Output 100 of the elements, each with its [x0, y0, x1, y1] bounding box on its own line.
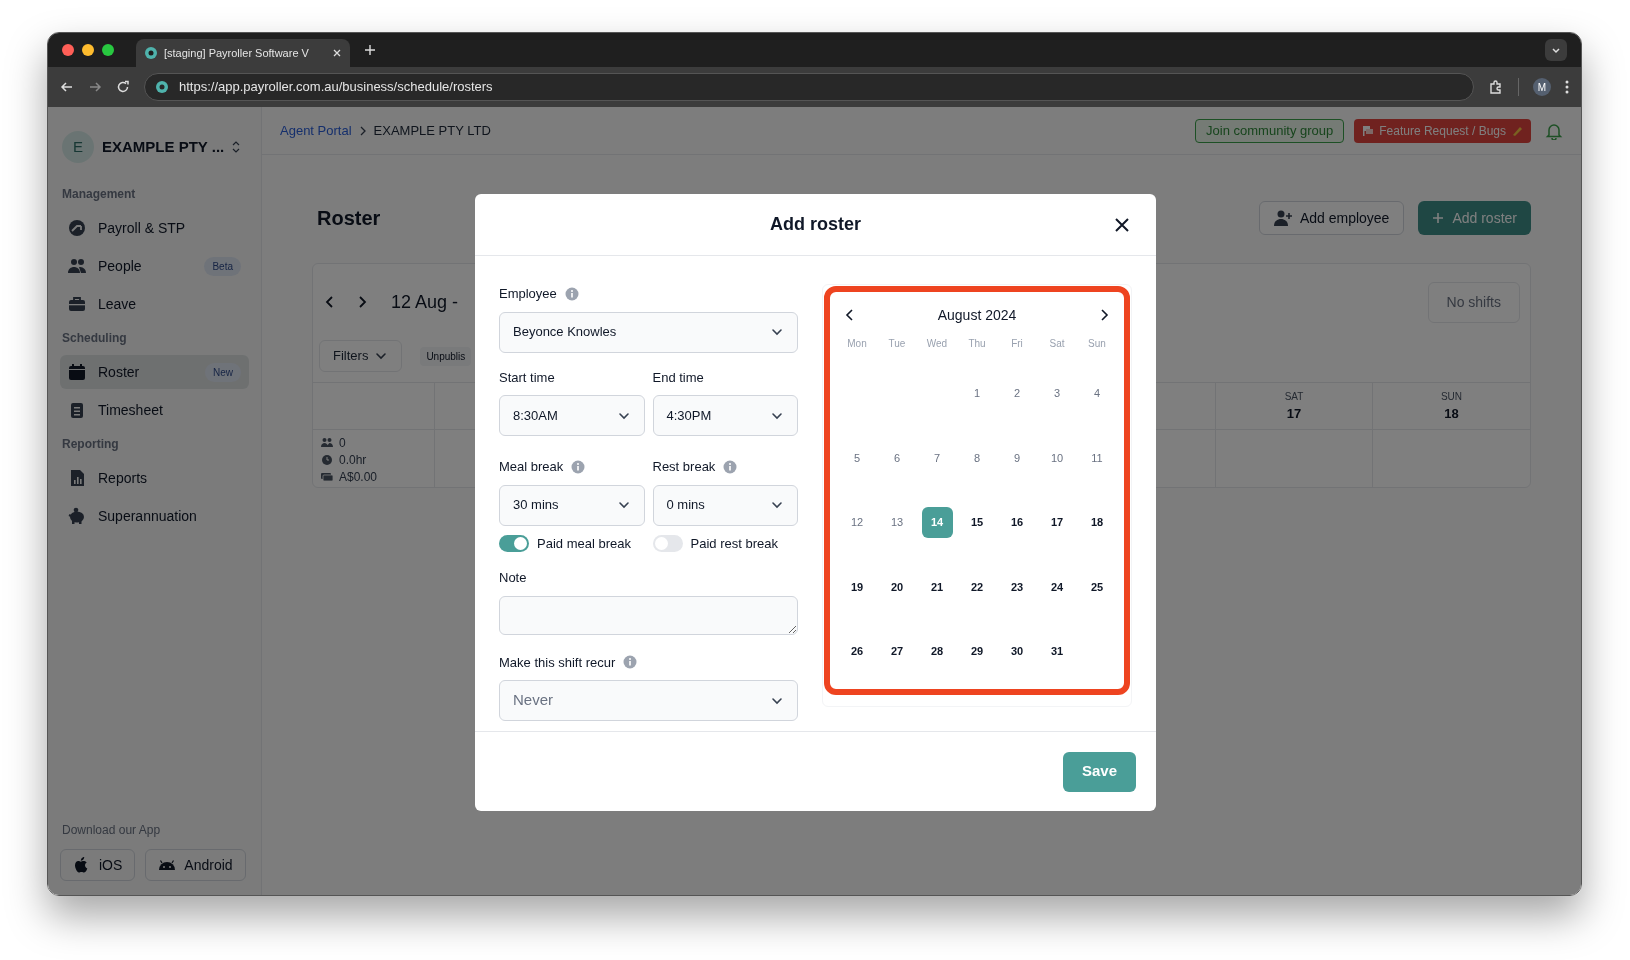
chevron-left-icon[interactable] — [844, 308, 856, 322]
status-chip[interactable]: Unpublis — [420, 346, 472, 366]
app-store-button[interactable]: iOS — [60, 849, 136, 881]
calendar-day[interactable]: 9 — [1001, 442, 1033, 474]
breadcrumb-link[interactable]: Agent Portal — [280, 120, 352, 141]
sidebar-item[interactable]: Payroll & STP — [60, 211, 249, 245]
calendar-day[interactable]: 16 — [1001, 506, 1033, 538]
calendar-day[interactable]: 7 — [921, 442, 953, 474]
weekday-label: Wed — [926, 337, 948, 351]
minimize-window-control[interactable] — [82, 44, 94, 56]
weekday-label: Thu — [968, 337, 986, 351]
select-field[interactable]: 0 mins — [652, 484, 798, 526]
toggle-label: Paid rest break — [690, 534, 778, 553]
summary-value: 0.0hr — [339, 452, 367, 468]
forward-icon[interactable] — [88, 80, 102, 94]
select-field[interactable]: 8:30AM — [499, 395, 645, 436]
calendar-day[interactable]: 2 — [1001, 377, 1033, 409]
calendar-day[interactable]: 19 — [841, 571, 873, 603]
calendar-day[interactable]: 15 — [961, 506, 993, 538]
calendar-day[interactable]: 1 — [961, 377, 993, 409]
select-field[interactable]: Never — [499, 680, 798, 721]
calendar-day[interactable]: 12 — [841, 506, 873, 538]
people-icon — [68, 257, 86, 275]
more-options-icon[interactable] — [1565, 80, 1569, 94]
calendar-day[interactable]: 6 — [881, 442, 913, 474]
badge: Beta — [204, 256, 241, 276]
sort-icon[interactable] — [232, 141, 241, 153]
puzzle-icon[interactable] — [1488, 79, 1504, 95]
filters-button[interactable]: Filters — [319, 340, 403, 372]
reload-icon[interactable] — [116, 80, 130, 94]
calendar-day[interactable]: 10 — [1041, 442, 1073, 474]
people-icon — [321, 437, 333, 449]
calendar-day[interactable]: 21 — [921, 571, 953, 603]
calendar-day[interactable]: 30 — [1001, 635, 1033, 667]
select-field[interactable]: 4:30PM — [652, 395, 798, 436]
calendar-day[interactable]: 22 — [961, 571, 993, 603]
profile-avatar[interactable]: M — [1533, 78, 1551, 96]
add-employee-button[interactable]: Add employee — [1258, 201, 1405, 235]
calendar-day[interactable]: 28 — [921, 635, 953, 667]
sticker-icon — [1511, 124, 1523, 137]
toggle-switch[interactable] — [652, 534, 683, 552]
field-label: Meal break — [499, 458, 564, 476]
weekday-label: Tue — [888, 337, 906, 351]
sidebar-item[interactable]: Reports — [60, 461, 249, 495]
day-name: SUN — [1440, 389, 1463, 404]
calendar-day[interactable]: 5 — [841, 442, 873, 474]
calendar-day[interactable]: 3 — [1041, 377, 1073, 409]
arrow-circle-icon — [68, 219, 86, 237]
url-text: https://app.payroller.com.au/business/schedule/rosters — [179, 78, 493, 97]
org-name[interactable]: EXAMPLE PTY ... — [102, 135, 225, 159]
add-icon[interactable] — [364, 44, 376, 56]
close-window-control[interactable] — [62, 44, 74, 56]
field-label: Make this shift recur — [499, 653, 616, 672]
calendar-day[interactable]: 29 — [961, 635, 993, 667]
calendar-day[interactable]: 8 — [961, 442, 993, 474]
page-title: Roster — [317, 206, 381, 231]
field-label: Note — [499, 569, 527, 587]
calendar-day[interactable]: 23 — [1001, 571, 1033, 603]
calendar-day[interactable]: 11 — [1081, 442, 1113, 474]
sidebar-item[interactable]: Superannuation — [60, 499, 249, 533]
field-label: Employee — [499, 285, 557, 303]
zoom-window-control[interactable] — [102, 44, 114, 56]
month-title: August 2024 — [937, 305, 1017, 325]
app-store-button[interactable]: Android — [145, 849, 246, 881]
calendar-day[interactable]: 27 — [881, 635, 913, 667]
select-field[interactable]: Beyonce Knowles — [499, 311, 798, 353]
badge: New — [205, 362, 241, 382]
close-icon[interactable] — [1114, 217, 1130, 233]
summary-value: A$0.00 — [339, 469, 378, 485]
save-button[interactable]: Save — [1062, 751, 1136, 792]
no-shifts-button[interactable]: No shifts — [1427, 281, 1520, 323]
clock-icon — [321, 454, 333, 466]
tab-list-button[interactable] — [1545, 39, 1567, 61]
weekday-label: Fri — [1011, 337, 1023, 351]
chevron-right-icon[interactable] — [1098, 308, 1110, 322]
calendar-day[interactable]: 25 — [1081, 571, 1113, 603]
calendar-day[interactable]: 17 — [1041, 506, 1073, 538]
feedback-button[interactable]: Feature Request / Bugs — [1354, 118, 1531, 143]
sidebar-item[interactable]: People Beta — [60, 249, 249, 283]
sidebar-item[interactable]: Roster New — [60, 355, 249, 389]
select-field[interactable]: 30 mins — [499, 484, 645, 526]
browser-tab[interactable]: [staging] Payroller Software V — [136, 39, 350, 67]
calendar-day[interactable]: 14 — [921, 506, 953, 538]
calendar-day[interactable]: 20 — [881, 571, 913, 603]
day-name: SAT — [1284, 389, 1304, 404]
toggle-switch[interactable] — [499, 534, 529, 552]
back-icon[interactable] — [60, 80, 74, 94]
sidebar-item[interactable]: Leave — [60, 287, 249, 321]
calendar-day[interactable]: 24 — [1041, 571, 1073, 603]
calendar-day[interactable]: 13 — [881, 506, 913, 538]
sidebar-item[interactable]: Timesheet — [60, 393, 249, 427]
calendar-day[interactable]: 26 — [841, 635, 873, 667]
calendar-day[interactable]: 4 — [1081, 377, 1113, 409]
toggle-label: Paid meal break — [537, 534, 631, 553]
calendar-day[interactable]: 18 — [1081, 506, 1113, 538]
note-field[interactable] — [499, 595, 798, 635]
address-bar[interactable]: https://app.payroller.com.au/business/schedule/rosters — [144, 73, 1474, 101]
date-range: 12 Aug - — [391, 290, 459, 314]
calendar-day[interactable]: 31 — [1041, 635, 1073, 667]
field-label: Start time — [499, 368, 555, 387]
